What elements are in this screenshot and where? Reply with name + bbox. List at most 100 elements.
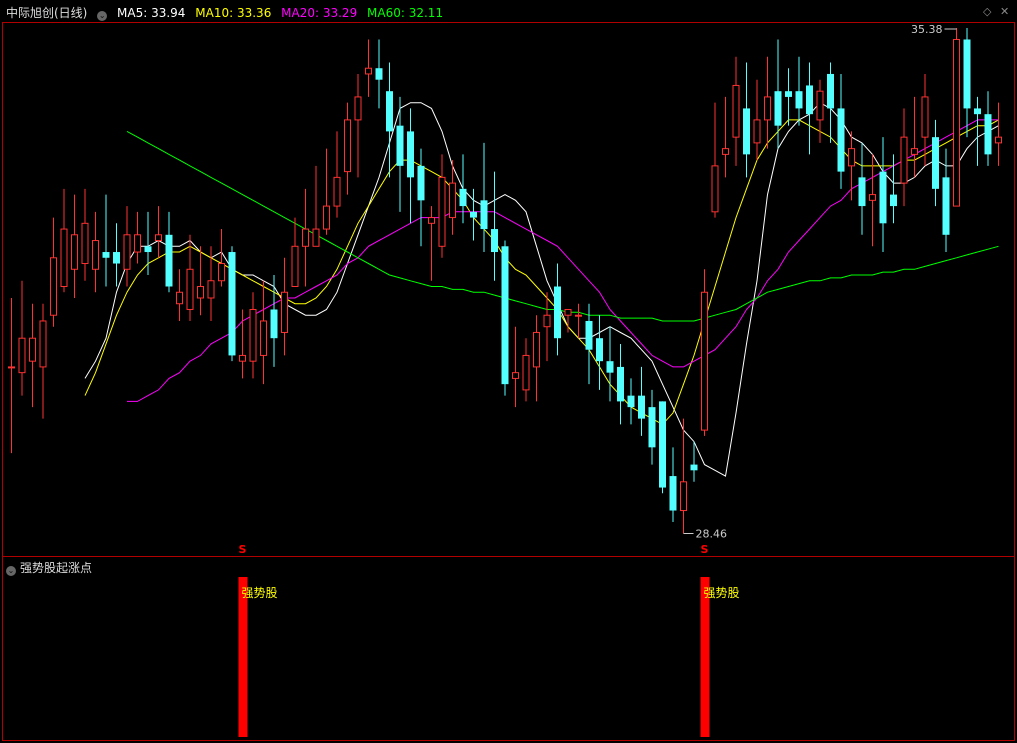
candle-up bbox=[333, 176, 341, 207]
candle-up bbox=[260, 320, 267, 356]
candle-down bbox=[984, 114, 992, 155]
candle-down bbox=[113, 252, 120, 264]
close-icon[interactable]: ✕ bbox=[1000, 5, 1009, 18]
candle-up bbox=[512, 372, 519, 379]
sub-panel-title: 强势股起涨点 bbox=[20, 561, 93, 575]
candle-down bbox=[480, 200, 488, 230]
candle-up bbox=[218, 263, 225, 282]
candle-up bbox=[869, 194, 876, 201]
ma60-label: MA60: 32.11 bbox=[367, 6, 444, 20]
candle-up bbox=[8, 366, 15, 369]
low-price-label: 28.46 bbox=[696, 528, 728, 541]
signal-marker: S bbox=[701, 543, 709, 556]
candle-down bbox=[165, 234, 173, 287]
candle-down bbox=[407, 131, 414, 178]
ma20-label: MA20: 33.29 bbox=[281, 6, 358, 20]
signal-label: 强势股 bbox=[704, 586, 740, 600]
candle-up bbox=[438, 176, 446, 247]
candle-down bbox=[785, 91, 792, 97]
candle-up bbox=[575, 314, 582, 317]
kline-chart[interactable]: 强势股 S 强势股 S 35.38 28.46 bbox=[0, 0, 1017, 743]
candle-down bbox=[491, 229, 498, 253]
candle-up bbox=[281, 291, 288, 333]
ma20-line bbox=[127, 119, 999, 402]
candle-up bbox=[302, 228, 309, 247]
candle-up bbox=[764, 96, 771, 121]
ma10-label: MA10: 33.36 bbox=[195, 6, 272, 20]
candle-up bbox=[197, 286, 204, 299]
candle-up bbox=[680, 481, 687, 512]
candle-down bbox=[942, 177, 950, 235]
candle-up bbox=[207, 280, 215, 299]
candle-up bbox=[995, 136, 1002, 144]
candle-down bbox=[932, 137, 939, 189]
moving-average-lines bbox=[84, 102, 999, 477]
candle-up bbox=[176, 291, 183, 305]
candle-up bbox=[134, 234, 141, 253]
candle-up bbox=[354, 96, 362, 121]
candle-down bbox=[890, 194, 897, 207]
ma5-line bbox=[84, 102, 999, 477]
candle-up bbox=[155, 234, 162, 242]
candle-up bbox=[249, 308, 257, 362]
candle-down bbox=[386, 91, 393, 132]
candle-up bbox=[522, 354, 530, 391]
candle-up bbox=[71, 234, 78, 270]
candle-up bbox=[900, 136, 908, 184]
signal-bars: 强势股 S 强势股 S bbox=[238, 543, 740, 737]
candle-down bbox=[963, 39, 971, 109]
candle-down bbox=[617, 366, 624, 402]
candle-down bbox=[806, 85, 813, 115]
candle-down bbox=[858, 177, 866, 207]
candle-down bbox=[102, 252, 110, 258]
candle-down bbox=[837, 108, 845, 172]
candle-down bbox=[638, 395, 645, 419]
candle-down bbox=[648, 407, 656, 448]
candle-up bbox=[753, 119, 761, 144]
candle-down bbox=[501, 246, 509, 385]
sub-toggle-icon[interactable]: ⌄ bbox=[6, 566, 16, 576]
candle-up bbox=[533, 331, 540, 368]
signal-label: 强势股 bbox=[242, 586, 278, 600]
ma5-label: MA5: 33.94 bbox=[117, 6, 186, 20]
diamond-icon[interactable]: ◇ bbox=[983, 5, 991, 18]
candle-up bbox=[711, 165, 719, 213]
candle-up bbox=[732, 84, 740, 138]
candle-up bbox=[816, 90, 824, 121]
candle-up bbox=[365, 67, 372, 75]
candle-down bbox=[627, 395, 635, 408]
signal-bar bbox=[700, 577, 710, 737]
candle-up bbox=[81, 222, 89, 265]
candle-down bbox=[974, 108, 981, 115]
candle-up bbox=[291, 245, 299, 288]
candle-down bbox=[375, 68, 383, 80]
candle-down bbox=[270, 309, 278, 339]
candle-down bbox=[690, 464, 698, 471]
toggle-icon[interactable]: ⌄ bbox=[97, 11, 108, 21]
candle-down bbox=[743, 108, 750, 155]
candlesticks bbox=[8, 28, 1002, 534]
chart-header: 中际旭创(日线) ⌄ MA5: 33.94 MA10: 33.36 MA20: … bbox=[6, 4, 449, 21]
signal-marker: S bbox=[239, 543, 247, 556]
ma60-line bbox=[126, 130, 999, 322]
candle-up bbox=[123, 234, 131, 270]
candle-up bbox=[92, 240, 99, 270]
candle-down bbox=[774, 91, 782, 126]
candle-up bbox=[18, 337, 26, 374]
signal-bar bbox=[238, 577, 248, 737]
candle-down bbox=[459, 188, 467, 207]
candle-down bbox=[228, 252, 236, 356]
candle-down bbox=[554, 286, 561, 339]
candle-up bbox=[543, 314, 551, 328]
sub-panel-frame bbox=[2, 556, 1015, 741]
candle-up bbox=[60, 228, 68, 287]
candle-up bbox=[848, 148, 855, 167]
candle-down bbox=[659, 401, 666, 488]
candle-up bbox=[722, 148, 729, 155]
candle-up bbox=[449, 182, 456, 219]
candle-down bbox=[144, 246, 152, 253]
candle-up bbox=[564, 308, 572, 316]
candle-up bbox=[953, 38, 960, 207]
candle-down bbox=[596, 338, 603, 362]
stock-title: 中际旭创(日线) bbox=[6, 6, 88, 20]
